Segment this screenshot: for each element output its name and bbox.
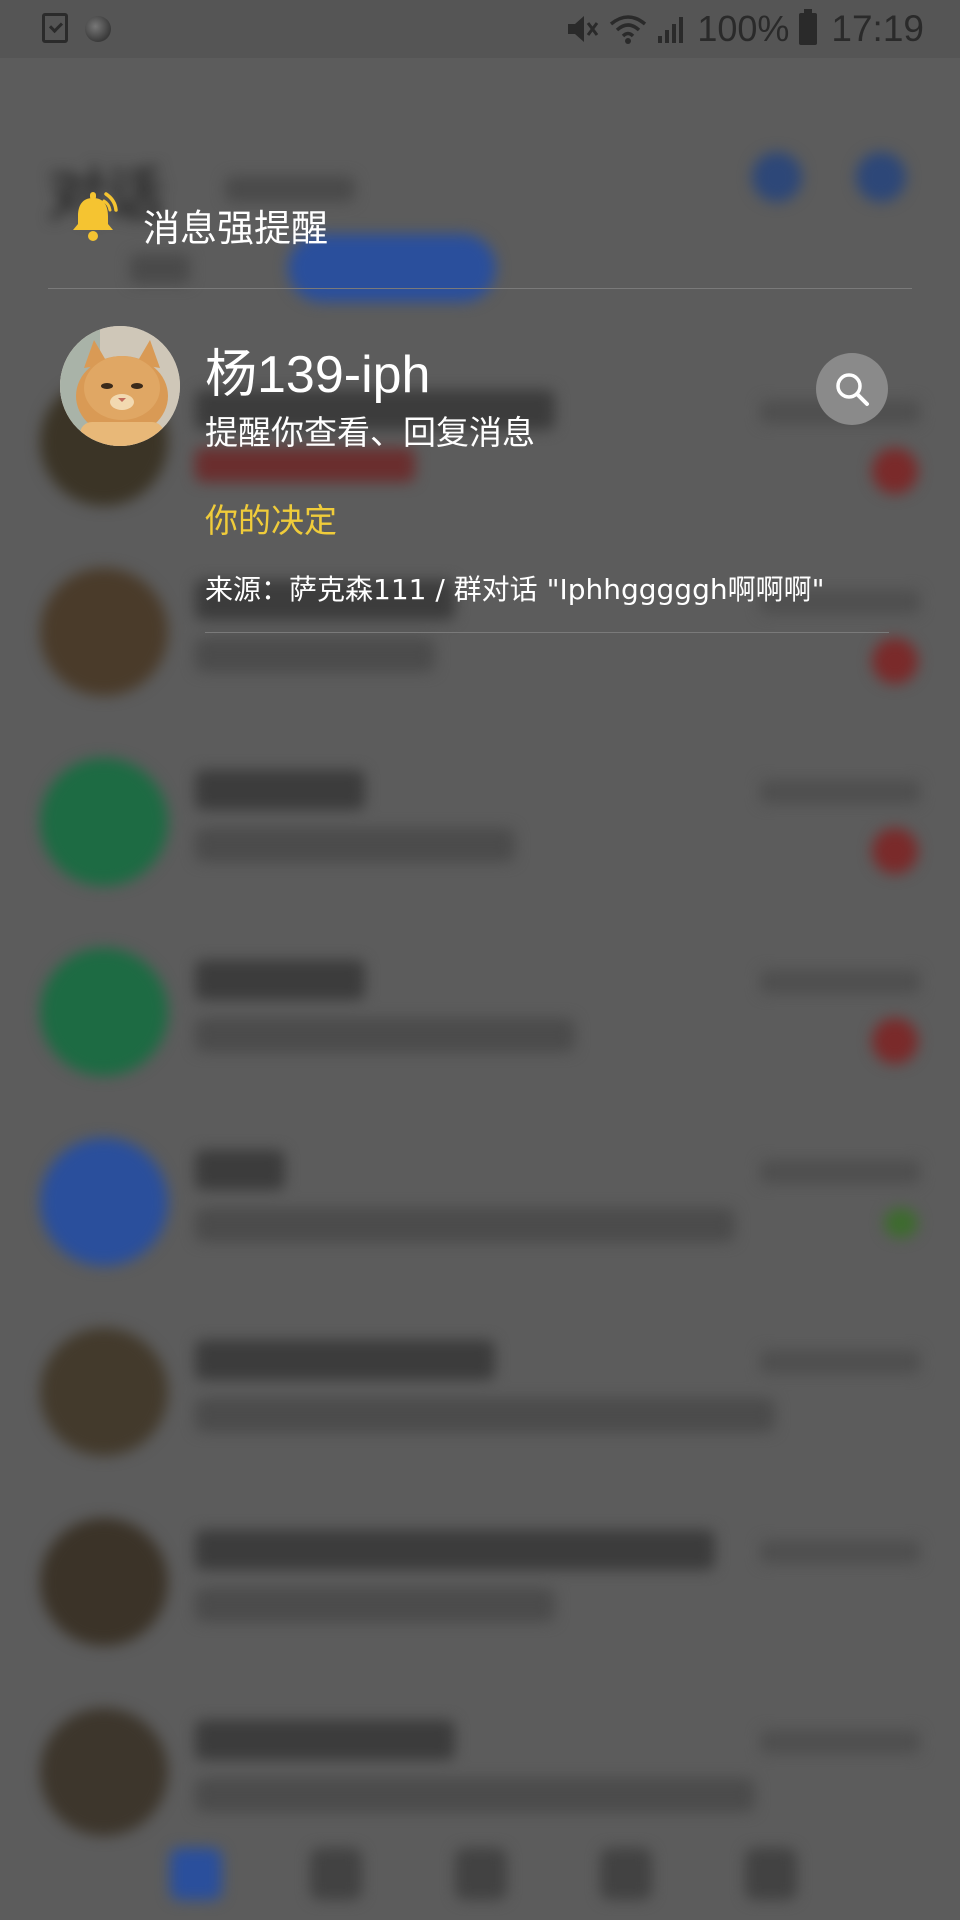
overlay-header <box>68 190 118 246</box>
search-icon <box>836 373 869 406</box>
reminder-message: 提醒你查看、回复消息 <box>205 413 535 452</box>
decision-link[interactable]: 你的决定 <box>205 494 337 542</box>
avatar[interactable] <box>60 326 180 446</box>
overlay-title: 消息强提醒 <box>143 207 328 250</box>
message-source: 来源：萨克森111 / 群对话 "Iphhgggggh啊啊啊" <box>205 573 825 606</box>
bell-ringing-icon <box>73 192 118 241</box>
sender-name: 杨139-iph <box>205 346 431 404</box>
divider <box>205 632 889 633</box>
divider <box>48 288 912 289</box>
search-button[interactable] <box>816 353 888 425</box>
cat-avatar-image <box>60 326 180 446</box>
strong-reminder-overlay: 消息强提醒 杨139-iph 提醒你查看、回复消息 你的决定 来源：萨克森111… <box>0 0 960 1920</box>
